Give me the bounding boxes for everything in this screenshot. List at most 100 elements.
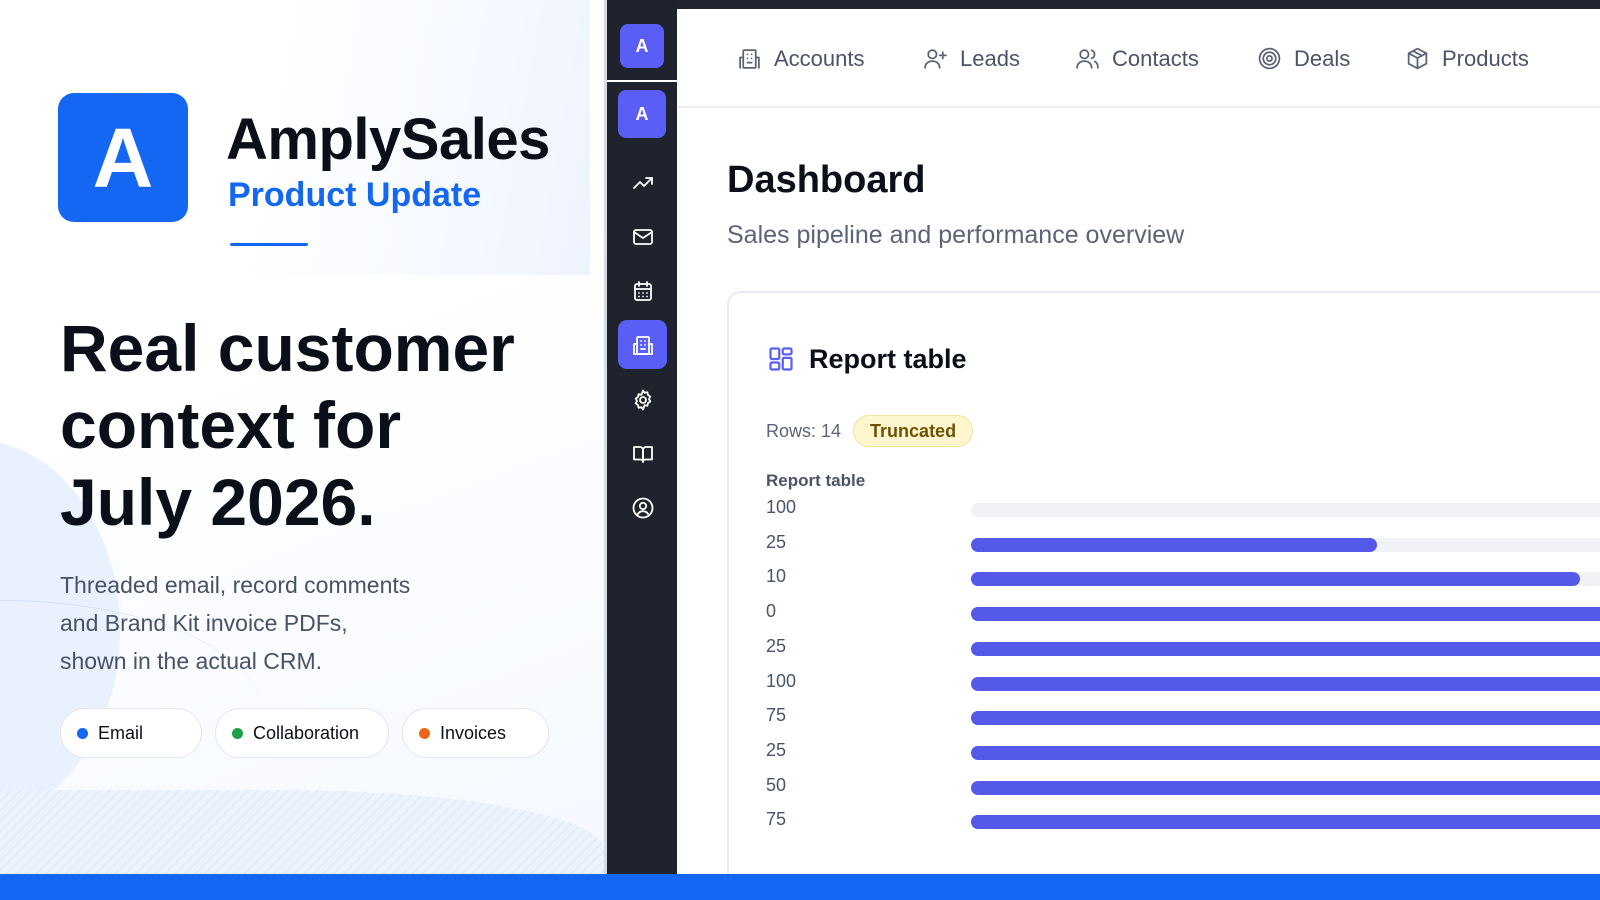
bar-track <box>971 745 1600 760</box>
bar-fill <box>971 745 1600 760</box>
sidebar-item-accounts[interactable] <box>618 320 667 369</box>
description-line: and Brand Kit invoice PDFs, <box>60 610 348 636</box>
bar-fill <box>971 711 1600 726</box>
bar-label: 75 <box>766 705 787 726</box>
promo-headline: Real customer context for July 2026. <box>60 310 580 541</box>
chip-label: Email <box>98 722 144 743</box>
building-icon <box>739 49 760 69</box>
nav-item-contacts[interactable]: Contacts <box>1075 9 1199 108</box>
bar-fill <box>971 780 1600 795</box>
bar-fill <box>971 607 1600 622</box>
bar-fill <box>971 676 1600 691</box>
promo-decorative-wave <box>0 790 604 874</box>
headline-line: July 2026. <box>60 465 376 539</box>
bottom-accent-strip <box>0 874 1600 900</box>
nav-item-products[interactable]: Products <box>1405 9 1529 108</box>
chip-dot <box>77 727 88 739</box>
bar-row: 50 <box>729 771 1600 805</box>
sidebar-item-calendar[interactable] <box>618 266 667 315</box>
mail-icon <box>632 228 653 245</box>
bar-label: 25 <box>766 739 787 760</box>
box-icon <box>1407 47 1428 70</box>
bar-label: 0 <box>766 601 777 622</box>
bar-row: 25 <box>729 528 1600 562</box>
chip-label: Collaboration <box>253 722 360 743</box>
gear-icon <box>634 389 651 410</box>
chip-dot <box>419 727 430 739</box>
page-subtitle: Sales pipeline and performance overview <box>727 221 1185 249</box>
workspace-switcher[interactable]: A <box>620 24 664 68</box>
chip-invoices: Invoices <box>402 708 549 758</box>
top-navigation: Accounts Leads Contacts Deals Products <box>677 9 1600 108</box>
nav-item-accounts[interactable]: Accounts <box>737 9 865 108</box>
bar-row: 10 <box>729 562 1600 596</box>
bar-row: 75 <box>729 805 1600 839</box>
description-line: shown in the actual CRM. <box>60 648 323 674</box>
bar-track <box>971 711 1600 726</box>
book-icon <box>632 445 653 463</box>
headline-line: Real customer <box>60 311 515 385</box>
crm-app-window: A A Accounts Leads Contacts Deals Produc… <box>604 0 1600 874</box>
chip-dot <box>232 727 243 739</box>
trending-up-icon <box>632 176 653 189</box>
bar-track <box>971 572 1600 587</box>
bar-row: 75 <box>729 701 1600 735</box>
bar-track <box>971 537 1600 552</box>
bar-label: 25 <box>766 635 787 656</box>
nav-item-label: Accounts <box>774 45 865 71</box>
sidebar-item-profile[interactable] <box>618 483 667 532</box>
promo-panel: A AmplySales Product Update Real custome… <box>0 0 604 874</box>
brand-subtitle: Product Update <box>228 176 482 214</box>
nav-item-label: Contacts <box>1112 45 1199 71</box>
brand-logo-letter: A <box>92 110 154 205</box>
nav-item-label: Leads <box>960 45 1020 71</box>
bar-fill <box>971 537 1377 552</box>
bar-label: 100 <box>766 497 797 517</box>
report-card: Report table Rows: 14 Truncated Report t… <box>727 291 1600 874</box>
bar-track <box>971 676 1600 691</box>
sidebar-item-settings[interactable] <box>618 375 667 424</box>
bar-row: 25 <box>729 736 1600 770</box>
bar-row: 100 <box>729 493 1600 527</box>
sidebar-rail: A A <box>607 0 677 874</box>
bar-label: 100 <box>766 670 797 691</box>
brand-underline <box>230 243 308 246</box>
bar-track <box>971 503 1600 517</box>
bar-row: 0 <box>729 597 1600 631</box>
app-logo-button[interactable]: A <box>618 90 666 138</box>
target-icon <box>1258 47 1281 70</box>
nav-item-leads[interactable]: Leads <box>923 9 1020 108</box>
bar-track <box>971 815 1600 830</box>
sidebar-item-docs[interactable] <box>618 429 667 478</box>
bar-fill <box>971 572 1580 587</box>
sidebar-separator <box>607 80 677 82</box>
user-circle-icon <box>632 497 653 518</box>
page-title: Dashboard <box>727 159 926 201</box>
main-content: Accounts Leads Contacts Deals Products D… <box>677 9 1600 874</box>
bar-label: 10 <box>766 566 787 587</box>
brand-logo: A <box>58 93 188 222</box>
calendar-icon <box>633 280 652 301</box>
bar-track <box>971 780 1600 795</box>
nav-item-label: Products <box>1442 45 1529 71</box>
description-line: Threaded email, record comments <box>60 572 411 598</box>
promo-description: Threaded email, record comments and Bran… <box>60 566 500 680</box>
bar-row: 100 <box>729 667 1600 701</box>
bar-label: 75 <box>766 809 787 830</box>
bar-row: 25 <box>729 632 1600 666</box>
bar-label: 50 <box>766 774 787 795</box>
bar-track <box>971 607 1600 622</box>
window-top-bar <box>604 0 1600 9</box>
bar-fill <box>971 641 1600 656</box>
bar-label: 25 <box>766 531 787 552</box>
chip-label: Invoices <box>440 722 507 743</box>
chip-collaboration: Collaboration <box>215 708 389 758</box>
building-icon <box>632 335 653 355</box>
nav-item-label: Deals <box>1294 45 1351 71</box>
sidebar-item-analytics[interactable] <box>618 158 667 207</box>
bar-track <box>971 641 1600 656</box>
sidebar-item-email[interactable] <box>618 212 667 261</box>
chip-email: Email <box>60 708 202 758</box>
users-icon <box>1076 49 1099 69</box>
nav-item-deals[interactable]: Deals <box>1257 9 1350 108</box>
